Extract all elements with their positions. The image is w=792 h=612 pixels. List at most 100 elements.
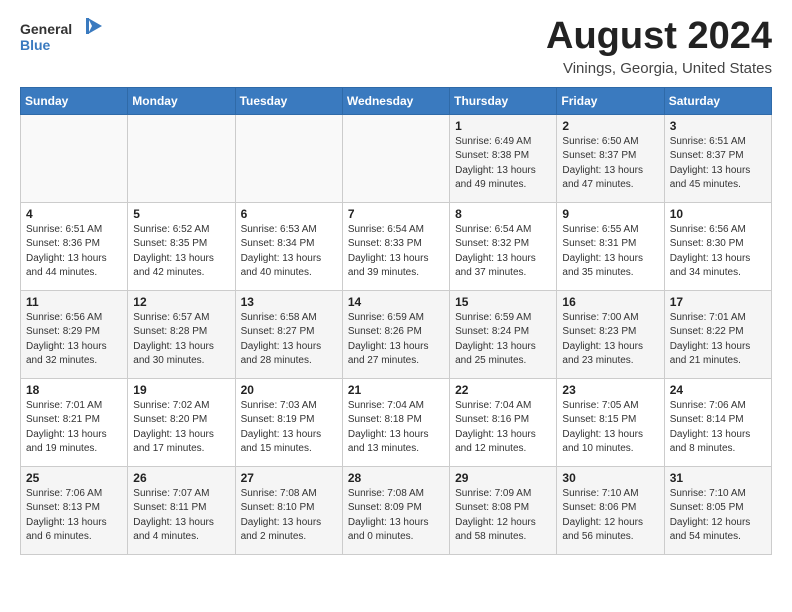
day-number: 3	[670, 119, 766, 133]
day-info: Sunrise: 6:53 AMSunset: 8:34 PMDaylight:…	[241, 223, 337, 281]
day-info: Sunrise: 7:10 AMSunset: 8:06 PMDaylight:…	[562, 487, 658, 545]
day-info: Sunrise: 7:03 AMSunset: 8:19 PMDaylight:…	[241, 399, 337, 457]
calendar-cell: 28Sunrise: 7:08 AMSunset: 8:09 PMDayligh…	[342, 466, 449, 554]
day-info: Sunrise: 7:08 AMSunset: 8:09 PMDaylight:…	[348, 487, 444, 545]
calendar-cell: 30Sunrise: 7:10 AMSunset: 8:06 PMDayligh…	[557, 466, 664, 554]
day-info: Sunrise: 6:59 AMSunset: 8:24 PMDaylight:…	[455, 311, 551, 369]
day-info: Sunrise: 7:01 AMSunset: 8:21 PMDaylight:…	[26, 399, 122, 457]
day-info: Sunrise: 7:07 AMSunset: 8:11 PMDaylight:…	[133, 487, 229, 545]
day-number: 21	[348, 383, 444, 397]
header-monday: Monday	[128, 87, 235, 114]
day-number: 7	[348, 207, 444, 221]
day-info: Sunrise: 6:57 AMSunset: 8:28 PMDaylight:…	[133, 311, 229, 369]
day-number: 17	[670, 295, 766, 309]
day-number: 23	[562, 383, 658, 397]
day-number: 24	[670, 383, 766, 397]
day-info: Sunrise: 7:05 AMSunset: 8:15 PMDaylight:…	[562, 399, 658, 457]
calendar-cell	[235, 114, 342, 202]
calendar-cell: 1 Sunrise: 6:49 AMSunset: 8:38 PMDaylight…	[450, 114, 557, 202]
day-info: Sunrise: 7:06 AMSunset: 8:14 PMDaylight:…	[670, 399, 766, 457]
day-number: 9	[562, 207, 658, 221]
calendar-cell: 7 Sunrise: 6:54 AMSunset: 8:33 PMDaylight…	[342, 202, 449, 290]
day-number: 5	[133, 207, 229, 221]
day-number: 13	[241, 295, 337, 309]
day-number: 29	[455, 471, 551, 485]
day-number: 22	[455, 383, 551, 397]
day-info: Sunrise: 7:08 AMSunset: 8:10 PMDaylight:…	[241, 487, 337, 545]
calendar-cell: 16Sunrise: 7:00 AMSunset: 8:23 PMDayligh…	[557, 290, 664, 378]
calendar-cell: 6Sunrise: 6:53 AMSunset: 8:34 PMDaylight…	[235, 202, 342, 290]
day-info: Sunrise: 6:54 AMSunset: 8:33 PMDaylight:…	[348, 223, 444, 281]
header-friday: Friday	[557, 87, 664, 114]
calendar-cell: 2Sunrise: 6:50 AMSunset: 8:37 PMDaylight…	[557, 114, 664, 202]
calendar-cell: 18 Sunrise: 7:01 AMSunset: 8:21 PMDayligh…	[21, 378, 128, 466]
calendar-cell	[21, 114, 128, 202]
day-info: Sunrise: 6:56 AMSunset: 8:30 PMDaylight:…	[670, 223, 766, 281]
day-info: Sunrise: 6:51 AMSunset: 8:36 PMDaylight:…	[26, 223, 122, 281]
week-row-1: 1 Sunrise: 6:49 AMSunset: 8:38 PMDaylight…	[21, 114, 772, 202]
svg-text:Blue: Blue	[20, 37, 51, 53]
weekday-header-row: Sunday Monday Tuesday Wednesday Thursday…	[21, 87, 772, 114]
calendar-cell: 10 Sunrise: 6:56 AMSunset: 8:30 PMDayligh…	[664, 202, 771, 290]
day-number: 31	[670, 471, 766, 485]
week-row-5: 25 Sunrise: 7:06 AMSunset: 8:13 PMDayligh…	[21, 466, 772, 554]
day-info: Sunrise: 6:49 AMSunset: 8:38 PMDaylight:…	[455, 135, 551, 193]
day-info: Sunrise: 7:04 AMSunset: 8:18 PMDaylight:…	[348, 399, 444, 457]
calendar-cell: 19Sunrise: 7:02 AMSunset: 8:20 PMDayligh…	[128, 378, 235, 466]
logo: General Blue	[20, 16, 110, 58]
header-sunday: Sunday	[21, 87, 128, 114]
calendar-cell: 11 Sunrise: 6:56 AMSunset: 8:29 PMDayligh…	[21, 290, 128, 378]
day-number: 11	[26, 295, 122, 309]
calendar-cell: 22 Sunrise: 7:04 AMSunset: 8:16 PMDayligh…	[450, 378, 557, 466]
calendar-cell: 9Sunrise: 6:55 AMSunset: 8:31 PMDaylight…	[557, 202, 664, 290]
calendar-cell: 21 Sunrise: 7:04 AMSunset: 8:18 PMDayligh…	[342, 378, 449, 466]
calendar-cell: 4 Sunrise: 6:51 AMSunset: 8:36 PMDaylight…	[21, 202, 128, 290]
calendar-cell: 24 Sunrise: 7:06 AMSunset: 8:14 PMDayligh…	[664, 378, 771, 466]
calendar-cell: 3Sunrise: 6:51 AMSunset: 8:37 PMDaylight…	[664, 114, 771, 202]
calendar-cell: 29 Sunrise: 7:09 AMSunset: 8:08 PMDayligh…	[450, 466, 557, 554]
header-wednesday: Wednesday	[342, 87, 449, 114]
day-info: Sunrise: 6:56 AMSunset: 8:29 PMDaylight:…	[26, 311, 122, 369]
day-number: 4	[26, 207, 122, 221]
calendar-cell: 20Sunrise: 7:03 AMSunset: 8:19 PMDayligh…	[235, 378, 342, 466]
day-info: Sunrise: 7:06 AMSunset: 8:13 PMDaylight:…	[26, 487, 122, 545]
calendar-cell: 5Sunrise: 6:52 AMSunset: 8:35 PMDaylight…	[128, 202, 235, 290]
calendar-cell: 23 Sunrise: 7:05 AMSunset: 8:15 PMDayligh…	[557, 378, 664, 466]
day-number: 18	[26, 383, 122, 397]
month-year-title: August 2024	[546, 16, 772, 58]
day-info: Sunrise: 7:04 AMSunset: 8:16 PMDaylight:…	[455, 399, 551, 457]
day-info: Sunrise: 7:00 AMSunset: 8:23 PMDaylight:…	[562, 311, 658, 369]
calendar-cell: 17Sunrise: 7:01 AMSunset: 8:22 PMDayligh…	[664, 290, 771, 378]
week-row-4: 18 Sunrise: 7:01 AMSunset: 8:21 PMDayligh…	[21, 378, 772, 466]
day-info: Sunrise: 6:54 AMSunset: 8:32 PMDaylight:…	[455, 223, 551, 281]
day-number: 1	[455, 119, 551, 133]
calendar-cell: 31Sunrise: 7:10 AMSunset: 8:05 PMDayligh…	[664, 466, 771, 554]
calendar-cell: 13 Sunrise: 6:58 AMSunset: 8:27 PMDayligh…	[235, 290, 342, 378]
day-number: 14	[348, 295, 444, 309]
day-info: Sunrise: 6:59 AMSunset: 8:26 PMDaylight:…	[348, 311, 444, 369]
calendar-cell: 12Sunrise: 6:57 AMSunset: 8:28 PMDayligh…	[128, 290, 235, 378]
day-number: 25	[26, 471, 122, 485]
logo-svg: General Blue	[20, 16, 110, 58]
calendar-cell	[128, 114, 235, 202]
calendar-cell	[342, 114, 449, 202]
title-area: August 2024 Vinings, Georgia, United Sta…	[546, 16, 772, 77]
header-saturday: Saturday	[664, 87, 771, 114]
calendar-cell: 14 Sunrise: 6:59 AMSunset: 8:26 PMDayligh…	[342, 290, 449, 378]
location-text: Vinings, Georgia, United States	[546, 60, 772, 77]
day-info: Sunrise: 6:50 AMSunset: 8:37 PMDaylight:…	[562, 135, 658, 193]
calendar-cell: 15 Sunrise: 6:59 AMSunset: 8:24 PMDayligh…	[450, 290, 557, 378]
day-number: 10	[670, 207, 766, 221]
day-number: 15	[455, 295, 551, 309]
calendar-table: Sunday Monday Tuesday Wednesday Thursday…	[20, 87, 772, 555]
day-info: Sunrise: 6:58 AMSunset: 8:27 PMDaylight:…	[241, 311, 337, 369]
calendar-cell: 27 Sunrise: 7:08 AMSunset: 8:10 PMDayligh…	[235, 466, 342, 554]
header-thursday: Thursday	[450, 87, 557, 114]
day-info: Sunrise: 7:09 AMSunset: 8:08 PMDaylight:…	[455, 487, 551, 545]
day-number: 8	[455, 207, 551, 221]
week-row-2: 4 Sunrise: 6:51 AMSunset: 8:36 PMDaylight…	[21, 202, 772, 290]
day-number: 27	[241, 471, 337, 485]
svg-text:General: General	[20, 21, 72, 37]
header-tuesday: Tuesday	[235, 87, 342, 114]
calendar-cell: 8 Sunrise: 6:54 AMSunset: 8:32 PMDaylight…	[450, 202, 557, 290]
